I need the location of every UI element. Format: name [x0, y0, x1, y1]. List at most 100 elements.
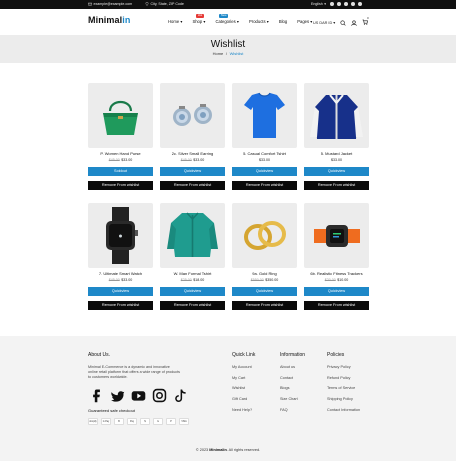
remove-from-wishlist-button[interactable]: Remove From wishlist	[232, 180, 297, 190]
header-tools: US DAR ID ▾ 0	[313, 16, 369, 27]
user-icon[interactable]	[351, 20, 357, 26]
remove-from-wishlist-button[interactable]: Remove From wishlist	[88, 180, 153, 190]
policy-link[interactable]: Refund Policy	[327, 376, 360, 381]
site-logo[interactable]: Minimalin	[88, 15, 130, 26]
product-name[interactable]: 5. Casual Comfort Tshirt	[232, 152, 297, 157]
quick-link[interactable]: My Cart	[232, 376, 255, 381]
twitter-icon[interactable]	[109, 387, 126, 404]
handbag-image	[103, 100, 138, 135]
watch-image: ●	[106, 207, 138, 264]
youtube-icon[interactable]	[344, 2, 348, 6]
topbar-location-text: City, State, ZIP Code	[150, 1, 184, 6]
topbar-email-text: example@example.com	[93, 1, 133, 6]
topbar-email[interactable]: example@example.com	[88, 2, 132, 6]
product-name[interactable]: 6b. Realistic Fitness Trackers	[304, 272, 369, 277]
information-link[interactable]: Blogs	[280, 386, 305, 391]
product-image[interactable]	[160, 83, 225, 148]
instagram-icon[interactable]	[351, 2, 355, 6]
product-name[interactable]: 9a. Gold Ring	[232, 272, 297, 277]
quickview-button[interactable]: Quickview	[160, 166, 225, 176]
nav-item-shop[interactable]: Shop ▾ Hot	[192, 14, 206, 24]
youtube-icon[interactable]	[130, 387, 147, 404]
information-link[interactable]: About us	[280, 365, 305, 370]
tiktok-icon[interactable]	[358, 2, 362, 6]
secure-checkout-label: Guaranteed safe checkout	[88, 407, 135, 413]
quick-link[interactable]: My Account	[232, 365, 255, 370]
nav-item-label: Shop	[192, 19, 203, 24]
nav-item-blog[interactable]: Blog	[279, 19, 287, 24]
nav-item-label: Home	[168, 19, 180, 24]
policy-link[interactable]: Terms of Service	[327, 386, 360, 391]
policy-link[interactable]: Contact Information	[327, 408, 360, 413]
product-new-price: $33.00	[121, 278, 133, 283]
nav-item-pages[interactable]: Pages ▾	[297, 19, 312, 24]
quickview-button[interactable]: Quickview	[232, 166, 297, 176]
product-image[interactable]	[232, 83, 297, 148]
product-image[interactable]	[304, 83, 369, 148]
policy-link[interactable]: Privacy Policy	[327, 365, 360, 370]
cart-button[interactable]: 0	[362, 16, 369, 27]
tiktok-icon[interactable]	[172, 387, 189, 404]
facebook-icon[interactable]	[330, 2, 334, 6]
product-image[interactable]	[88, 83, 153, 148]
product-new-price: $33.00	[193, 158, 205, 163]
soldout-button[interactable]: Soldout	[88, 166, 153, 176]
product-old-price: $25.00	[180, 278, 192, 283]
wishlist-card: 6b. Realistic Fitness Trackers $20.00 $10.…	[304, 203, 369, 310]
product-new-price: $33.00	[259, 158, 270, 163]
logo-main: Minimal	[88, 15, 123, 25]
product-name[interactable]: W. Man Formal Tshirt	[160, 272, 225, 277]
breadcrumb-home[interactable]: Home	[213, 51, 224, 56]
quick-link[interactable]: Wishlist	[232, 386, 255, 391]
product-price: $550.00 $350.00	[232, 278, 297, 282]
nav-item-products[interactable]: Products ▾	[249, 19, 269, 24]
remove-from-wishlist-button[interactable]: Remove From wishlist	[304, 180, 369, 190]
chevron-down-icon: ▾	[202, 19, 206, 24]
remove-from-wishlist-button[interactable]: Remove From wishlist	[88, 300, 153, 310]
quickview-button[interactable]: Quickview	[232, 286, 297, 296]
top-bar: example@example.com City, State, ZIP Cod…	[0, 0, 456, 9]
product-name[interactable]: P. Women Hand Purse	[88, 152, 153, 157]
product-new-price: $33.00	[121, 158, 133, 163]
topbar-social	[330, 2, 362, 6]
nav-item-label: Pages	[297, 19, 310, 24]
product-image[interactable]	[304, 203, 369, 268]
quickview-button[interactable]: Quickview	[304, 286, 369, 296]
quickview-button[interactable]: Quickview	[88, 286, 153, 296]
product-image[interactable]	[232, 203, 297, 268]
instagram-icon[interactable]	[151, 387, 168, 404]
information-link[interactable]: FAQ	[280, 408, 305, 413]
remove-from-wishlist-button[interactable]: Remove From wishlist	[232, 300, 297, 310]
currency-select[interactable]: US DAR ID ▾	[313, 21, 335, 26]
product-name[interactable]: 7. Ultimate Smart Watch	[88, 272, 153, 277]
wishlist-card: ● 7. Ultimate Smart Watch $45.00 $33.00 Quic…	[88, 203, 153, 310]
twitter-icon[interactable]	[337, 2, 341, 6]
language-select[interactable]: English ▾	[311, 2, 326, 6]
copyright: © 2023 Minimalin. All rights reserved.	[0, 448, 456, 453]
nav-item-categories[interactable]: Categories ▾ New	[215, 14, 239, 24]
facebook-icon[interactable]	[88, 387, 105, 404]
quick-link[interactable]: Need Help?	[232, 408, 255, 413]
information-link[interactable]: Contact	[280, 376, 305, 381]
product-price: $45.00 $33.00	[88, 278, 153, 282]
quick-link[interactable]: Gift Card	[232, 397, 255, 402]
quickview-button[interactable]: Quickview	[304, 166, 369, 176]
information-link[interactable]: Size Chart	[280, 397, 305, 402]
nav-item-label: Products	[249, 19, 266, 24]
remove-from-wishlist-button[interactable]: Remove From wishlist	[160, 300, 225, 310]
product-new-price: $33.00	[331, 158, 342, 163]
nav-item-home[interactable]: Home ▾	[168, 19, 182, 24]
product-image[interactable]	[160, 203, 225, 268]
remove-from-wishlist-button[interactable]: Remove From wishlist	[160, 180, 225, 190]
product-price: $45.00 $33.00	[160, 158, 225, 162]
policy-link[interactable]: Shipping Policy	[327, 397, 360, 402]
product-name[interactable]: 2c. Silver Small Earring	[160, 152, 225, 157]
footer-about-text: Minimal E-Commerce is a dynamic and inno…	[88, 365, 180, 380]
product-name[interactable]: 5. Mustard Jacket	[304, 152, 369, 157]
nav-badge: New	[219, 13, 228, 19]
search-icon[interactable]	[340, 20, 346, 26]
product-image[interactable]: ●	[88, 203, 153, 268]
main-header: Minimalin Home ▾ Shop ▾ Hot Categories ▾ New…	[0, 9, 456, 35]
quickview-button[interactable]: Quickview	[160, 286, 225, 296]
remove-from-wishlist-button[interactable]: Remove From wishlist	[304, 300, 369, 310]
